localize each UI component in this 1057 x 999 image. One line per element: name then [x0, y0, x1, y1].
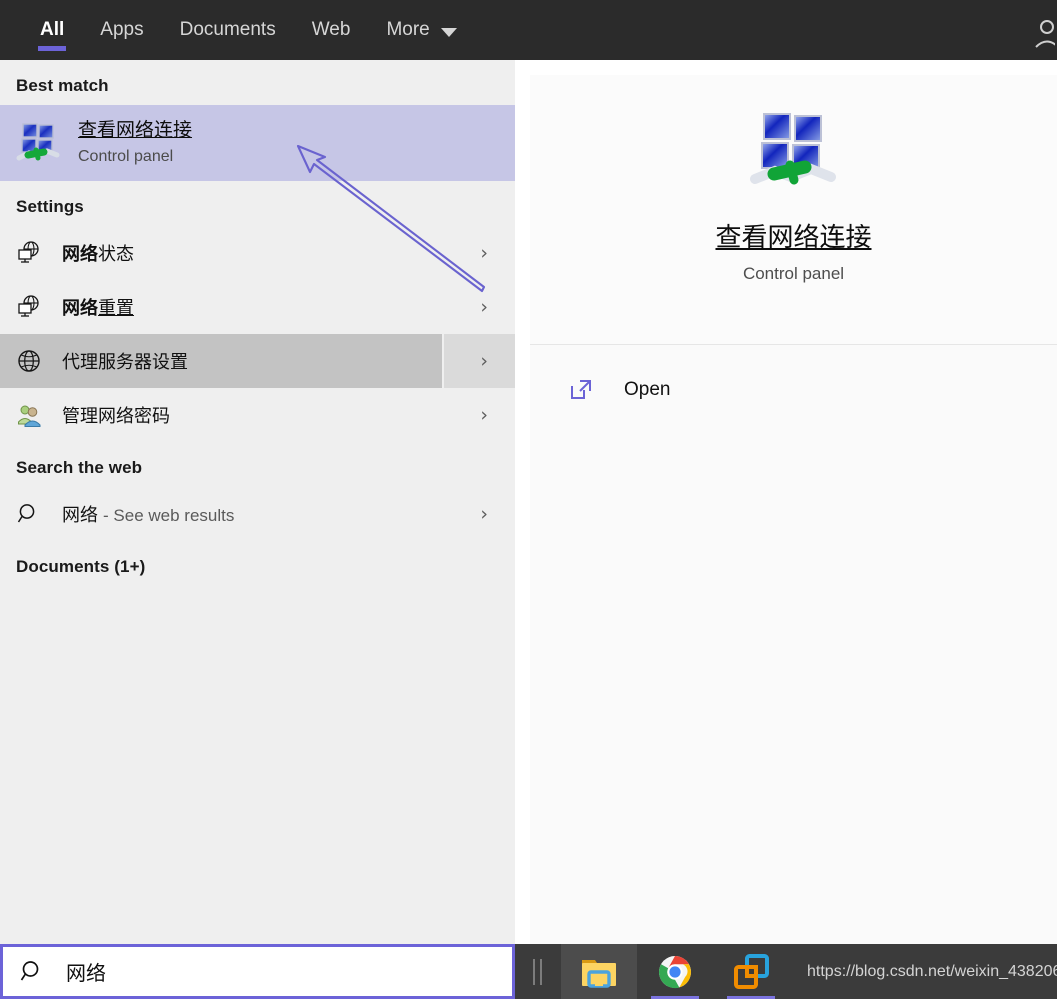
tab-web[interactable]: Web — [294, 0, 369, 60]
settings-item-network-reset[interactable]: 网络重置 › — [0, 280, 515, 334]
tab-more-label: More — [386, 19, 430, 40]
best-match-subtitle: Control panel — [78, 147, 174, 165]
tab-more[interactable]: More — [368, 0, 474, 60]
settings-item-label: 网络状态 — [62, 244, 134, 264]
web-result-label: 网络 - See web results — [62, 505, 235, 525]
settings-item-label: 管理网络密码 — [62, 406, 170, 426]
best-match-text: 查看网络连接 Control panel — [78, 118, 192, 169]
preview-title: 查看网络连接 — [715, 222, 872, 252]
globe-monitor-icon — [14, 292, 44, 322]
preview-subtitle: Control panel — [742, 264, 845, 283]
tab-all-label: All — [40, 19, 65, 40]
network-connections-icon — [747, 105, 841, 199]
tab-all[interactable]: All — [22, 0, 82, 60]
search-input-box[interactable]: 网络 — [0, 944, 515, 999]
settings-item-label: 网络重置 — [62, 298, 134, 318]
search-input-value[interactable]: 网络 — [66, 957, 106, 986]
preview-card: 查看网络连接 Control panel — [530, 75, 1057, 345]
folder-icon — [582, 959, 616, 988]
best-match-header: Best match — [16, 76, 109, 95]
preview-actions: Open — [530, 345, 1057, 413]
web-result-item[interactable]: 网络 - See web results › — [0, 487, 515, 541]
filter-tabs: All Apps Documents Web More — [0, 0, 475, 60]
taskbar-app-google-chrome[interactable] — [637, 944, 713, 999]
open-action[interactable]: Open — [530, 367, 1057, 413]
search-the-web-header: Search the web — [16, 458, 143, 477]
tab-apps-label: Apps — [100, 19, 144, 40]
tab-documents-label: Documents — [179, 19, 276, 40]
network-connections-icon — [14, 119, 62, 167]
chevron-right-icon[interactable]: › — [480, 350, 488, 372]
chrome-icon — [659, 955, 691, 988]
task-view-icon — [533, 958, 542, 985]
settings-header: Settings — [16, 197, 84, 216]
settings-item-proxy-settings[interactable]: 代理服务器设置 › — [0, 334, 515, 388]
search-results-panel: Best match 查看网络连接 Control panel Settings… — [0, 60, 515, 944]
taskbar-left-edge — [515, 944, 523, 999]
best-match-result[interactable]: 查看网络连接 Control panel — [0, 105, 515, 181]
open-external-icon — [568, 377, 594, 403]
taskbar-app-vmware-workstation[interactable] — [713, 944, 789, 999]
search-icon — [14, 499, 44, 529]
documents-header: Documents (1+) — [16, 557, 146, 576]
settings-item-network-status[interactable]: 网络状态 › — [0, 226, 515, 280]
best-match-title: 查看网络连接 — [78, 119, 193, 141]
search-icon — [19, 959, 45, 985]
account-avatar[interactable] — [1025, 16, 1055, 50]
users-icon — [14, 400, 44, 430]
search-filter-bar: All Apps Documents Web More — [0, 0, 1057, 60]
taskbar: https://blog.csdn.net/weixin_43820665 — [515, 944, 1057, 999]
chevron-right-icon[interactable]: › — [480, 404, 488, 426]
chevron-down-icon — [440, 27, 457, 37]
chevron-right-icon[interactable]: › — [480, 503, 488, 525]
tab-documents[interactable]: Documents — [162, 0, 294, 60]
watermark-url: https://blog.csdn.net/weixin_43820665 — [807, 962, 1057, 980]
tab-apps[interactable]: Apps — [82, 0, 161, 60]
person-icon — [1035, 20, 1055, 48]
globe-monitor-icon — [14, 238, 44, 268]
settings-item-manage-network-passwords[interactable]: 管理网络密码 › — [0, 388, 515, 442]
globe-icon — [14, 346, 44, 376]
vmware-icon — [734, 953, 769, 989]
tab-web-label: Web — [311, 19, 351, 40]
chevron-right-icon[interactable]: › — [480, 242, 488, 264]
preview-panel: 查看网络连接 Control panel Open — [530, 75, 1057, 944]
settings-item-label: 代理服务器设置 — [62, 352, 188, 372]
open-action-label: Open — [624, 379, 671, 400]
taskbar-app-file-explorer[interactable] — [561, 944, 637, 999]
chevron-right-icon[interactable]: › — [480, 296, 488, 318]
